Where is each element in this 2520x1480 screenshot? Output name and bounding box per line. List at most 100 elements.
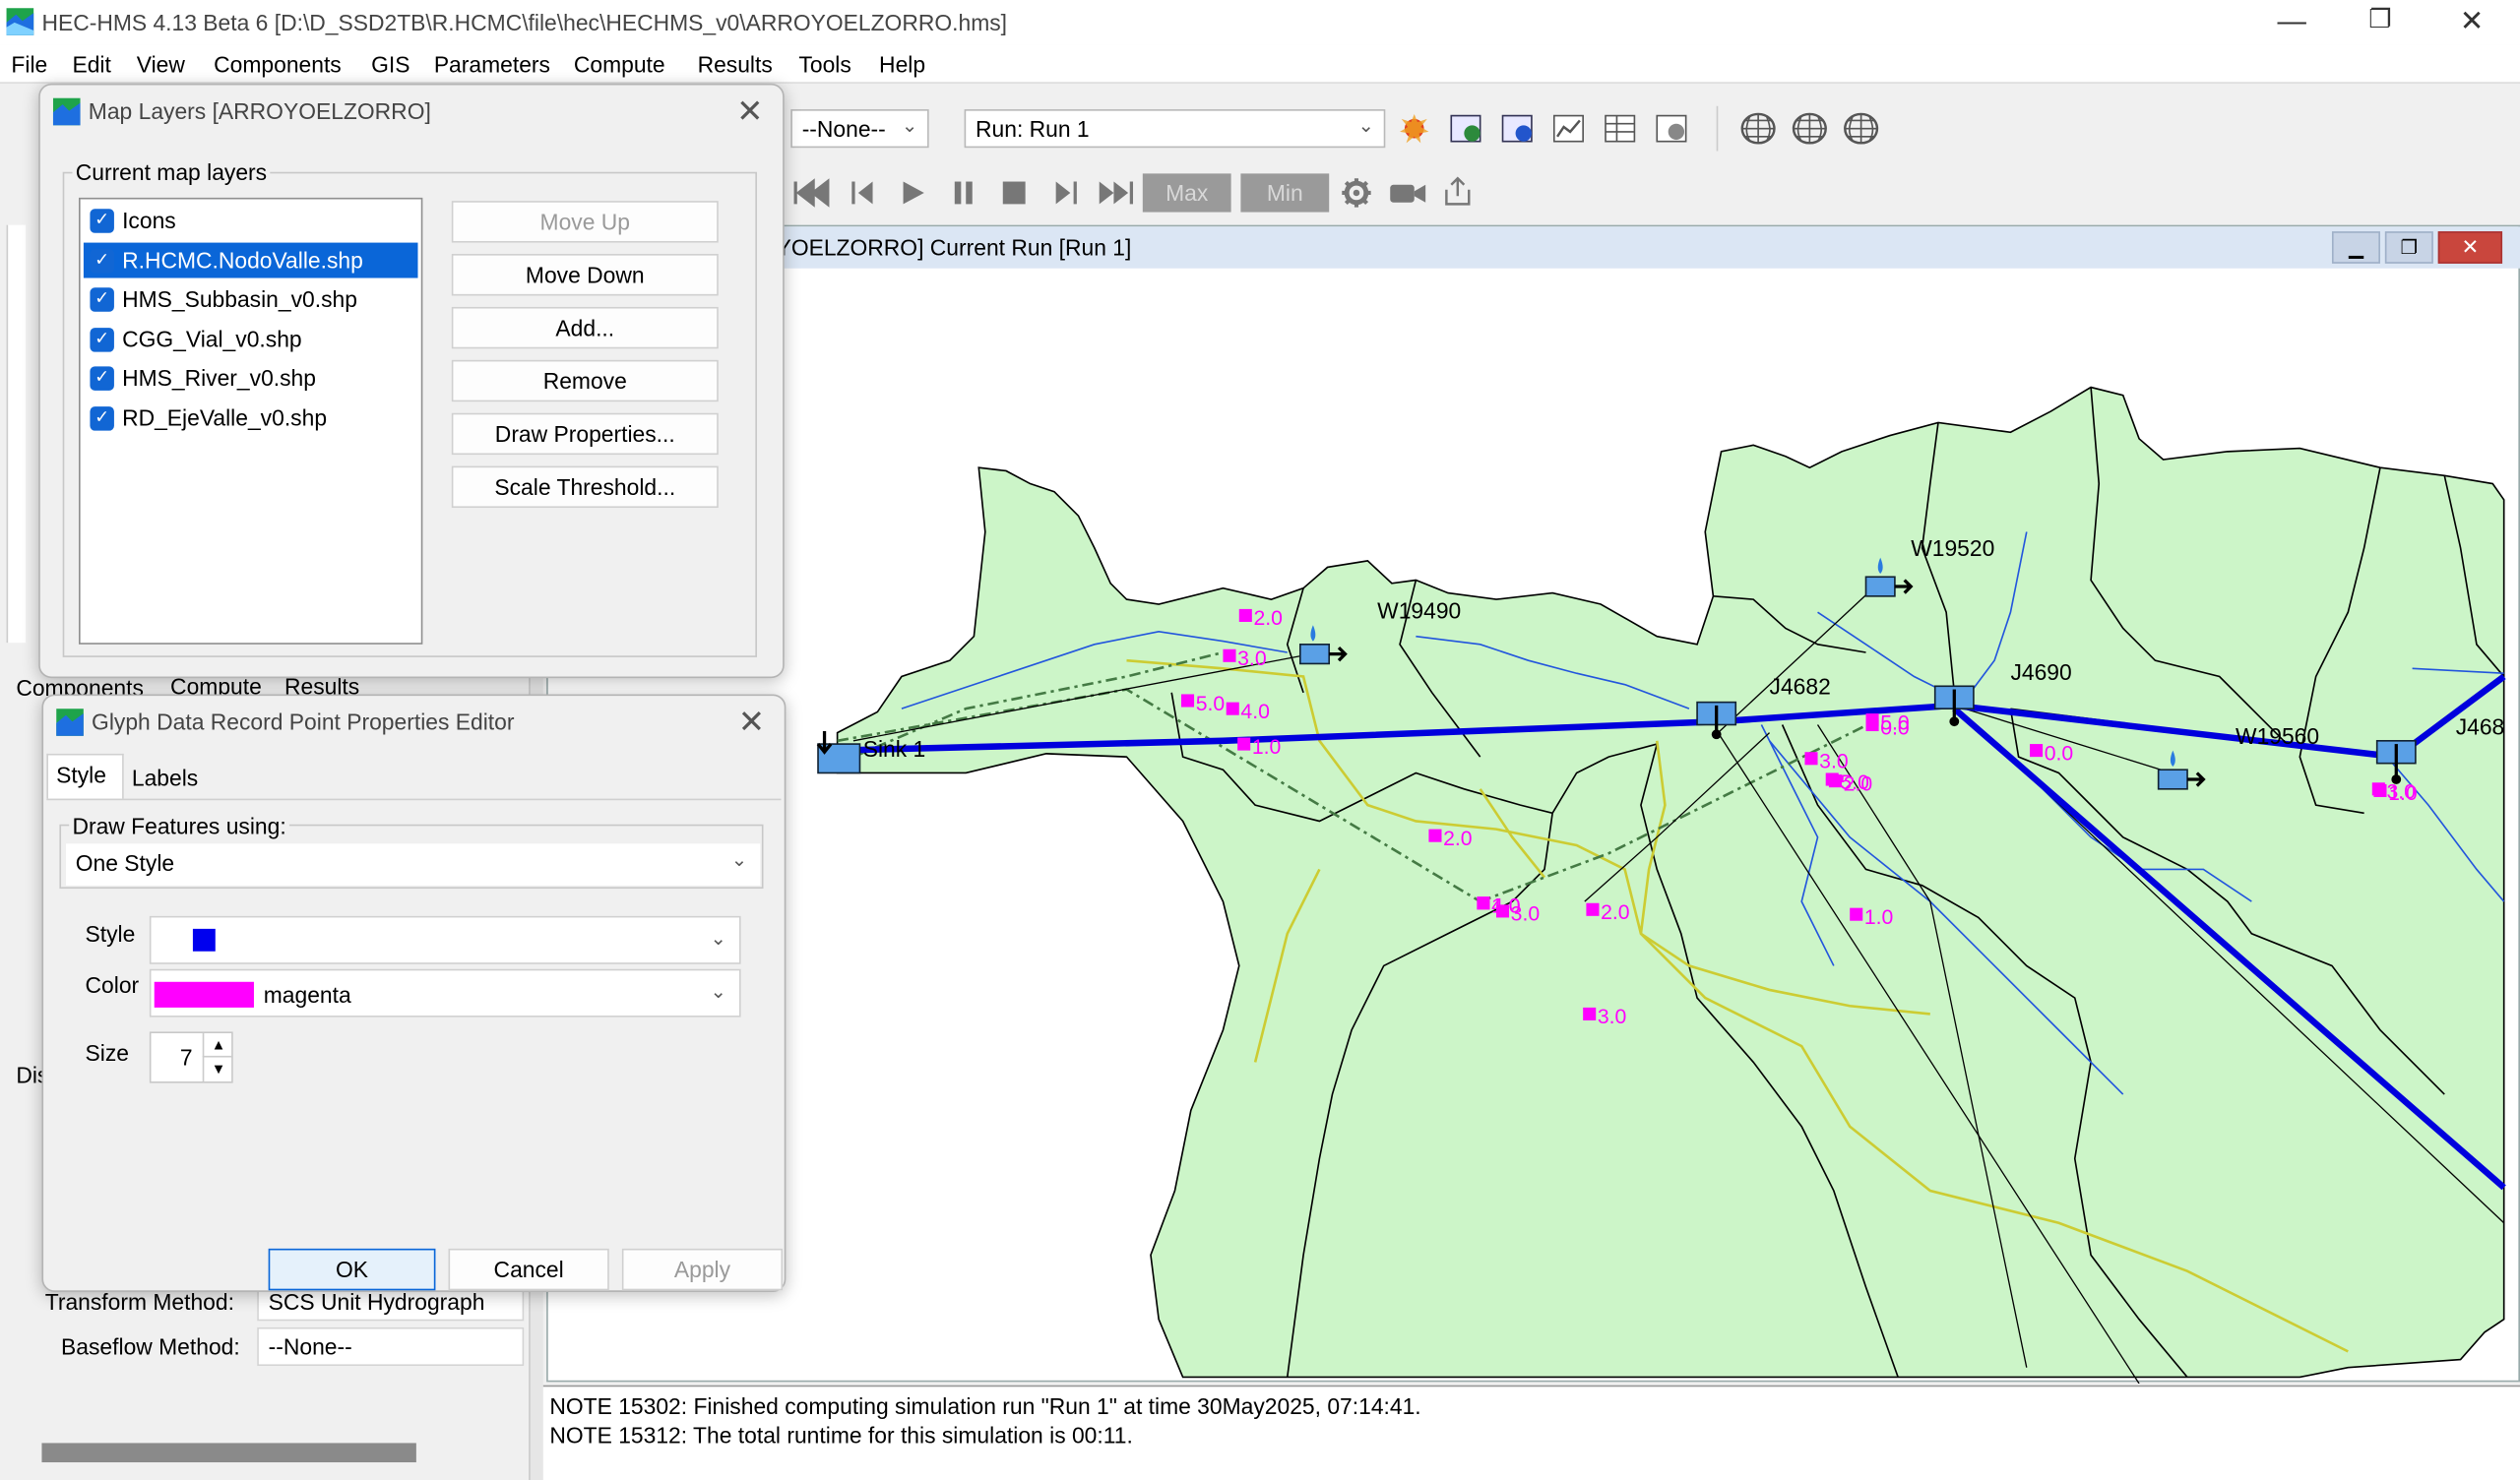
- step-forward-icon[interactable]: [1049, 177, 1082, 210]
- record-point-marker[interactable]: [1804, 752, 1818, 766]
- record-point-marker[interactable]: [1237, 737, 1251, 751]
- layer-checkbox[interactable]: ✓: [90, 327, 114, 351]
- tab-style[interactable]: Style: [46, 753, 124, 799]
- minimize-button[interactable]: —: [2260, 3, 2324, 41]
- graph-icon[interactable]: [1552, 112, 1585, 145]
- gear-icon[interactable]: [1341, 177, 1373, 210]
- draw-features-label: Draw Features using:: [69, 813, 289, 839]
- menu-edit[interactable]: Edit: [72, 51, 110, 77]
- element-table-icon[interactable]: [1501, 112, 1534, 145]
- layer-item[interactable]: ✓ RD_EjeValle_v0.shp: [84, 400, 418, 435]
- move-up-button[interactable]: Move Up: [451, 201, 719, 243]
- add-layer-button[interactable]: Add...: [451, 306, 719, 349]
- spin-down-icon[interactable]: ▼: [202, 1057, 233, 1082]
- map-layers-list[interactable]: ✓ Icons ✓ R.HCMC.NodoValle.shp ✓ HMS_Subbasin…: [79, 197, 423, 645]
- ok-button[interactable]: OK: [268, 1248, 436, 1291]
- record-point-marker[interactable]: [1828, 774, 1843, 788]
- global-summary-icon[interactable]: [1450, 112, 1482, 145]
- record-point-marker[interactable]: [1181, 694, 1195, 708]
- layer-item[interactable]: ✓ HMS_Subbasin_v0.shp: [84, 281, 418, 317]
- stop-icon[interactable]: [998, 177, 1031, 210]
- export-icon[interactable]: [1441, 175, 1474, 208]
- max-button[interactable]: Max: [1142, 173, 1231, 213]
- tab-labels[interactable]: Labels: [132, 765, 198, 790]
- menu-components[interactable]: Components: [214, 51, 342, 77]
- summary-table-icon[interactable]: [1604, 112, 1636, 145]
- cancel-button[interactable]: Cancel: [448, 1248, 609, 1291]
- step-back-icon[interactable]: [847, 177, 879, 210]
- min-button[interactable]: Min: [1240, 173, 1330, 213]
- layer-checkbox[interactable]: ✓: [90, 405, 114, 430]
- scale-threshold-button[interactable]: Scale Threshold...: [451, 465, 719, 509]
- record-point-marker[interactable]: [1865, 717, 1879, 732]
- menu-results[interactable]: Results: [698, 51, 773, 77]
- close-icon[interactable]: ✕: [736, 92, 763, 132]
- baseflow-method-field[interactable]: --None--: [257, 1326, 525, 1367]
- size-spinner[interactable]: 7 ▲ ▼: [149, 1031, 233, 1083]
- fast-forward-to-end-icon[interactable]: [1096, 177, 1134, 210]
- record-point-marker[interactable]: [1428, 829, 1442, 842]
- note-line: NOTE 15312: The total runtime for this s…: [549, 1422, 1133, 1449]
- draw-features-select[interactable]: One Style ⌄: [65, 843, 761, 886]
- color-select[interactable]: magenta ⌄: [149, 968, 741, 1018]
- menu-view[interactable]: View: [137, 51, 185, 77]
- map-restore-button[interactable]: ❐: [2384, 231, 2433, 264]
- subbasin-polygon[interactable]: [836, 386, 2505, 1379]
- layer-item[interactable]: ✓ R.HCMC.NodoValle.shp: [83, 241, 418, 278]
- record-point-marker[interactable]: [2030, 744, 2044, 758]
- video-camera-icon[interactable]: [1389, 177, 1427, 210]
- map-layers-title: Map Layers [ARROYOELZORRO]: [88, 97, 431, 124]
- layer-item[interactable]: ✓ Icons: [84, 203, 418, 238]
- apply-button[interactable]: Apply: [621, 1248, 784, 1291]
- menu-file[interactable]: File: [11, 51, 47, 77]
- close-icon[interactable]: ✕: [738, 703, 765, 743]
- record-point-label: 1.0: [1864, 906, 1893, 929]
- record-point-marker[interactable]: [1226, 702, 1239, 715]
- draw-properties-button[interactable]: Draw Properties...: [451, 412, 719, 456]
- menu-gis[interactable]: GIS: [371, 51, 410, 77]
- restore-button[interactable]: ❐: [2348, 3, 2412, 41]
- style-select[interactable]: ⌄: [149, 915, 741, 964]
- menu-help[interactable]: Help: [879, 51, 925, 77]
- note-line: NOTE 15302: Finished computing simulatio…: [549, 1392, 1421, 1419]
- layer-checkbox[interactable]: ✓: [90, 366, 114, 391]
- record-point-marker[interactable]: [1586, 902, 1600, 916]
- record-point-marker[interactable]: [1223, 648, 1236, 662]
- layer-item[interactable]: ✓ HMS_River_v0.shp: [84, 360, 418, 396]
- play-icon[interactable]: [897, 177, 929, 210]
- grid-globe-icon[interactable]: [1739, 111, 1778, 147]
- rewind-to-start-icon[interactable]: [792, 177, 831, 210]
- menu-parameters[interactable]: Parameters: [434, 51, 550, 77]
- close-button[interactable]: ✕: [2439, 3, 2503, 41]
- pause-icon[interactable]: [948, 177, 980, 210]
- record-point-marker[interactable]: [1850, 907, 1863, 921]
- run-combo[interactable]: Run: Run 1 ⌄: [964, 109, 1386, 149]
- time-series-icon[interactable]: [1656, 112, 1688, 145]
- layer-checkbox[interactable]: ✓: [90, 209, 114, 233]
- layer-item[interactable]: ✓ CGG_Vial_v0.shp: [84, 321, 418, 356]
- record-point-label: 1.0: [1252, 736, 1281, 759]
- none-combo[interactable]: --None-- ⌄: [790, 109, 929, 149]
- record-point-marker[interactable]: [1477, 896, 1490, 910]
- menu-tools[interactable]: Tools: [798, 51, 850, 77]
- grid-globe-icon[interactable]: [1842, 111, 1880, 147]
- remove-layer-button[interactable]: Remove: [451, 359, 719, 402]
- compute-run-icon[interactable]: [1398, 112, 1430, 145]
- spin-up-icon[interactable]: ▲: [202, 1033, 233, 1058]
- grid-globe-icon[interactable]: [1791, 111, 1829, 147]
- horizontal-scrollbar[interactable]: [41, 1443, 416, 1463]
- record-point-marker[interactable]: [2373, 783, 2387, 797]
- layer-checkbox[interactable]: ✓: [90, 287, 114, 312]
- record-point-label: 2.0: [1443, 828, 1472, 850]
- move-down-button[interactable]: Move Down: [451, 254, 719, 296]
- hec-hms-app-icon: [56, 709, 84, 736]
- record-point-marker[interactable]: [1583, 1007, 1597, 1020]
- layer-checkbox[interactable]: ✓: [90, 248, 114, 273]
- map-minimize-button[interactable]: ▁: [2331, 231, 2380, 264]
- menu-compute[interactable]: Compute: [574, 51, 665, 77]
- basin-map-canvas[interactable]: W19490 W19520 W19560 J4682 J4690 J468 Si…: [548, 269, 2520, 1385]
- map-close-button[interactable]: ✕: [2437, 231, 2503, 264]
- record-point-label: 0.0: [1880, 716, 1909, 739]
- tree-strip: [6, 224, 27, 644]
- record-point-marker[interactable]: [1238, 608, 1252, 622]
